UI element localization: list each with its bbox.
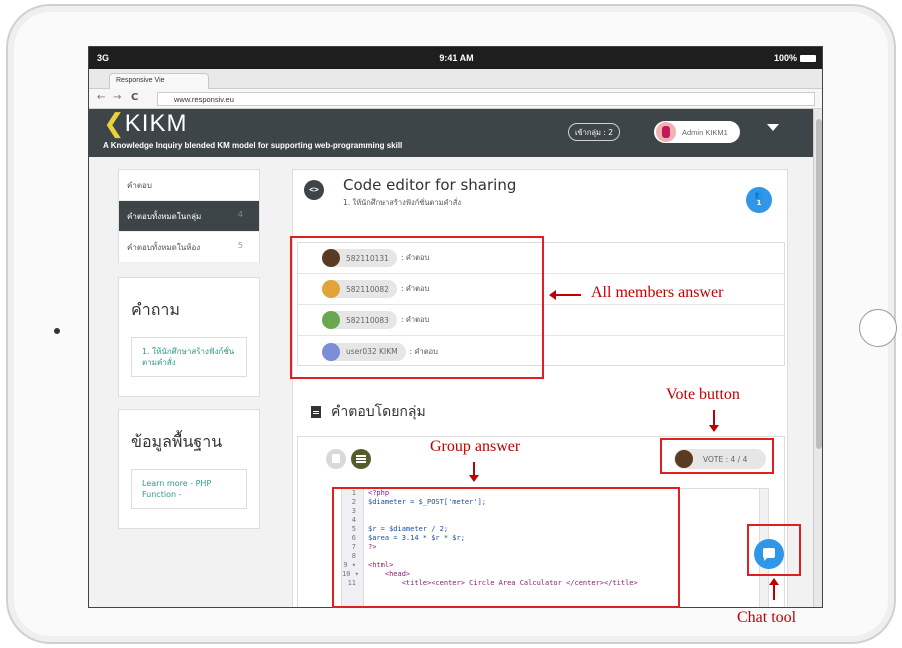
reload-icon[interactable]: C (131, 92, 138, 103)
tab-title: Responsive Vie (116, 77, 165, 84)
browser-tab[interactable]: Responsive Vie (109, 73, 209, 89)
logo-chevron-icon: ❮ (103, 109, 125, 139)
chat-annotation: Chat tool (737, 609, 797, 626)
vote-arrow (709, 410, 719, 432)
sidebar-item-label: คำตอบ (127, 181, 152, 190)
sidebar-item-room-answers[interactable]: คำตอบทั้งหมดในห้อง 5 (119, 232, 259, 263)
back-icon[interactable]: ← (97, 92, 105, 103)
question-link[interactable]: 1. ให้นักศึกษาสร้างฟังก์ชั่นตามคำสั่ง (131, 337, 247, 377)
status-bar: 3G 9:41 AM 100% (89, 47, 822, 69)
vote-annotation: Vote button (666, 386, 740, 403)
chevron-down-icon[interactable] (767, 124, 779, 131)
scroll-thumb[interactable] (816, 119, 822, 449)
members-button[interactable]: 👥 1 (746, 187, 772, 213)
sidebar-item-count: 5 (237, 241, 243, 250)
document-icon (311, 406, 321, 418)
avatar (656, 122, 676, 142)
question-subtitle: 1. ให้นักศึกษาสร้างฟังก์ชั่นตามคำสั่ง (343, 198, 461, 207)
sidebar-menu: คำตอบ คำตอบทั้งหมดในกลุ่ม 4 คำตอบทั้งหมด… (118, 169, 260, 263)
user-menu-button[interactable]: Admin KIKM1 (654, 121, 740, 143)
user-name: Admin KIKM1 (682, 127, 728, 137)
page-scrollbar[interactable] (813, 109, 822, 607)
basics-title: ข้อมูลพื้นฐาน (131, 432, 223, 451)
code-icon: <> (304, 180, 324, 200)
list-icon[interactable] (351, 449, 371, 469)
learn-more-link[interactable]: Learn more - PHP Function - (131, 469, 247, 509)
forward-icon[interactable]: → (113, 92, 121, 103)
sidebar-item-label: คำตอบทั้งหมดในกลุ่ม (127, 212, 202, 221)
save-icon[interactable] (326, 449, 346, 469)
url-input[interactable]: www.responsiv.eu (157, 92, 815, 106)
group-arrow (469, 462, 479, 482)
battery-percent: 100% (773, 53, 797, 63)
app-tagline: A Knowledge Inquiry blended KM model for… (103, 141, 403, 150)
chat-highlight-box (747, 524, 801, 576)
sidebar-item-label: คำตอบทั้งหมดในห้อง (127, 243, 201, 252)
group-annotation: Group answer (430, 438, 521, 455)
sidebar-item-count: 4 (237, 210, 243, 219)
address-bar-row: ← → C www.responsiv.eu (89, 89, 822, 109)
browser-tab-bar: Responsive Vie (89, 69, 822, 89)
group-heading-text: คำตอบโดยกลุ่ม (331, 404, 426, 420)
chat-arrow (769, 578, 779, 600)
sidebar-item-group-answers[interactable]: คำตอบทั้งหมดในกลุ่ม 4 (119, 201, 259, 232)
group-highlight-box (332, 487, 680, 608)
members-highlight-box (290, 236, 544, 379)
group-answer-heading: คำตอบโดยกลุ่ม (311, 401, 426, 423)
app-header: ❮ KIKM A Knowledge Inquiry blended KM mo… (89, 109, 813, 157)
join-group-button[interactable]: เข้ากลุ่ม : 2 (568, 123, 620, 141)
basics-card: ข้อมูลพื้นฐาน Learn more - PHP Function … (118, 409, 260, 529)
members-annotation: All members answer (591, 284, 724, 301)
home-button[interactable] (859, 309, 897, 347)
members-count: 1 (756, 199, 762, 207)
question-card: คำถาม 1. ให้นักศึกษาสร้างฟังก์ชั่นตามคำส… (118, 277, 260, 397)
page-title: Code editor for sharing (343, 176, 517, 194)
sidebar-item-answer[interactable]: คำตอบ (119, 170, 259, 201)
question-title: คำถาม (131, 300, 180, 319)
camera-dot (54, 328, 60, 334)
logo-text: KIKM (124, 110, 188, 137)
battery-status: 100% (774, 53, 816, 63)
clock: 9:41 AM (439, 53, 474, 63)
kikm-logo[interactable]: ❮ KIKM (103, 109, 188, 139)
group-icon: 👥 (754, 191, 764, 199)
battery-icon (800, 54, 816, 62)
vote-highlight-box (660, 438, 774, 474)
members-arrow (549, 290, 581, 300)
